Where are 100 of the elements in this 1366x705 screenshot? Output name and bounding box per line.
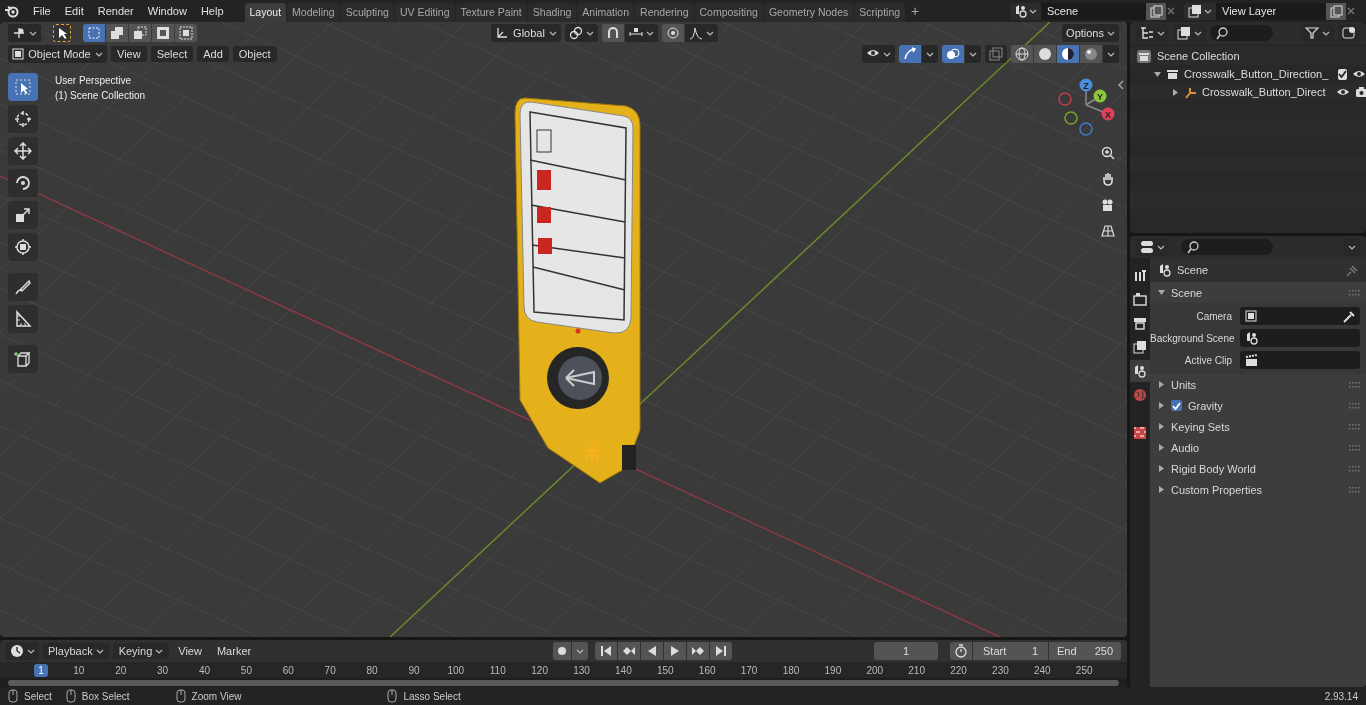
keying-dropdown[interactable] (572, 642, 589, 660)
selection-mode-button[interactable] (83, 24, 105, 42)
menu-item[interactable]: Marker (210, 643, 258, 659)
gizmo-toggle[interactable] (899, 45, 921, 63)
tool-button[interactable] (8, 169, 38, 197)
search-field[interactable] (1181, 239, 1273, 255)
falloff-dropdown[interactable] (685, 24, 718, 42)
filter-dropdown[interactable] (1301, 24, 1334, 42)
tool-button[interactable] (8, 345, 38, 373)
disclosure-triangle-icon[interactable] (1158, 465, 1165, 472)
disclosure-triangle-icon[interactable] (1172, 88, 1179, 96)
playback-button[interactable] (595, 642, 618, 660)
panel-header[interactable]: Custom Properties (1171, 483, 1343, 496)
selection-mode-button[interactable] (106, 24, 128, 42)
close-icon[interactable] (1166, 6, 1176, 16)
tool-button[interactable] (8, 73, 38, 101)
menu-item[interactable]: Render (90, 3, 141, 19)
preview-range-toggle[interactable] (950, 642, 972, 660)
x-ray-toggle[interactable] (985, 45, 1007, 63)
disclosure-triangle-icon[interactable] (1158, 444, 1165, 451)
workspace-tab[interactable]: Compositing (694, 3, 763, 22)
current-frame-field[interactable]: 1 (874, 642, 938, 660)
selection-mode-button[interactable] (129, 24, 151, 42)
pivot-point-dropdown[interactable] (8, 24, 41, 42)
mode-dropdown[interactable]: Object Mode (8, 45, 107, 63)
workspace-tab[interactable]: Animation (577, 3, 635, 22)
workspace-tab[interactable]: Geometry Nodes (763, 3, 854, 22)
pin-icon[interactable] (1345, 263, 1358, 277)
close-icon[interactable] (1346, 6, 1356, 16)
workspace-tab[interactable]: Scripting (854, 3, 906, 22)
outliner-item[interactable]: Scene Collection (1157, 50, 1240, 62)
tool-button[interactable] (8, 137, 38, 165)
outliner-item[interactable]: Crosswalk_Button_Direction_ (1184, 68, 1329, 80)
start-frame-field[interactable]: Start 1 (973, 642, 1048, 660)
checkbox[interactable] (1171, 400, 1182, 411)
axis-handle[interactable] (1079, 122, 1093, 136)
visibility-dropdown[interactable] (862, 45, 895, 63)
search-field[interactable] (1210, 25, 1273, 41)
panel-header[interactable]: Audio (1171, 441, 1343, 454)
workspace-tab[interactable]: Shading (527, 3, 577, 22)
selection-mode-button[interactable] (152, 24, 174, 42)
property-field[interactable] (1240, 351, 1360, 369)
copy-scene-button[interactable] (1146, 2, 1166, 20)
shading-dropdown[interactable] (1103, 45, 1119, 63)
disclosure-triangle-icon[interactable] (1158, 402, 1165, 409)
eye-icon[interactable] (1335, 86, 1350, 98)
workspace-tab[interactable]: Layout (244, 3, 287, 22)
new-collection-button[interactable] (1338, 24, 1360, 42)
workspace-tab[interactable]: UV Editing (394, 3, 455, 22)
menu-dropdown[interactable]: Playback (42, 643, 110, 659)
display-mode-dropdown[interactable] (1136, 24, 1169, 42)
view-layer-dropdown[interactable] (1173, 24, 1206, 42)
blender-logo-icon[interactable] (4, 3, 20, 19)
panel-header[interactable]: Scene (1171, 286, 1343, 299)
copy-view-layer-button[interactable] (1326, 2, 1346, 20)
menu-item[interactable]: View (172, 643, 208, 659)
proportional-edit-toggle[interactable] (662, 24, 684, 42)
eye-icon[interactable] (1352, 68, 1366, 80)
selection-mode-button[interactable] (175, 24, 197, 42)
panel-header[interactable]: Keying Sets (1171, 420, 1343, 433)
menu-item[interactable]: Add (197, 46, 229, 62)
disclosure-triangle-icon[interactable] (1154, 70, 1161, 78)
playback-button[interactable] (641, 642, 664, 660)
property-field[interactable] (1240, 329, 1360, 347)
axis-handle[interactable]: X (1101, 107, 1115, 121)
axis-handle[interactable] (1058, 92, 1072, 106)
axis-handle[interactable]: Y (1093, 89, 1107, 103)
scene-browse-dropdown[interactable] (1010, 2, 1041, 20)
editor-type-dropdown[interactable] (6, 642, 39, 660)
workspace-tab[interactable]: Texture Paint (455, 3, 527, 22)
camera-icon[interactable] (1354, 86, 1366, 98)
orientation-dropdown[interactable]: Global (491, 24, 561, 42)
axis-handle[interactable]: Z (1079, 78, 1093, 92)
panel-header[interactable]: Units (1171, 378, 1343, 391)
view-layer-browse-dropdown[interactable] (1184, 2, 1216, 20)
menu-item[interactable]: Help (193, 3, 231, 19)
options-dropdown[interactable]: Options (1062, 24, 1119, 42)
workspace-tab[interactable]: Modeling (287, 3, 340, 22)
editor-type-dropdown[interactable] (1136, 238, 1169, 256)
scene-name-field[interactable]: Scene (1041, 2, 1146, 20)
chevron-left-icon[interactable] (1117, 80, 1125, 90)
checkbox[interactable] (1338, 68, 1348, 80)
workspace-tab[interactable]: Rendering (635, 3, 694, 22)
overlays-dropdown[interactable] (965, 45, 981, 63)
snap-target-dropdown[interactable] (625, 24, 658, 42)
properties-tab[interactable] (1130, 360, 1150, 382)
tool-button[interactable] (8, 273, 38, 301)
workspace-tab[interactable]: Sculpting (340, 3, 394, 22)
playback-button[interactable] (710, 642, 733, 660)
playback-button[interactable] (618, 642, 641, 660)
menu-dropdown[interactable]: Keying (112, 643, 170, 659)
active-tool-button[interactable] (53, 24, 71, 42)
property-field[interactable] (1240, 307, 1360, 325)
outliner-item[interactable]: Crosswalk_Button_Direct (1202, 86, 1326, 98)
record-button[interactable] (553, 642, 572, 660)
disclosure-triangle-icon[interactable] (1158, 486, 1165, 493)
panel-header[interactable]: Rigid Body World (1171, 462, 1343, 475)
gizmo-dropdown[interactable] (922, 45, 938, 63)
menu-item[interactable]: Window (140, 3, 194, 19)
menu-item[interactable]: View (111, 46, 147, 62)
